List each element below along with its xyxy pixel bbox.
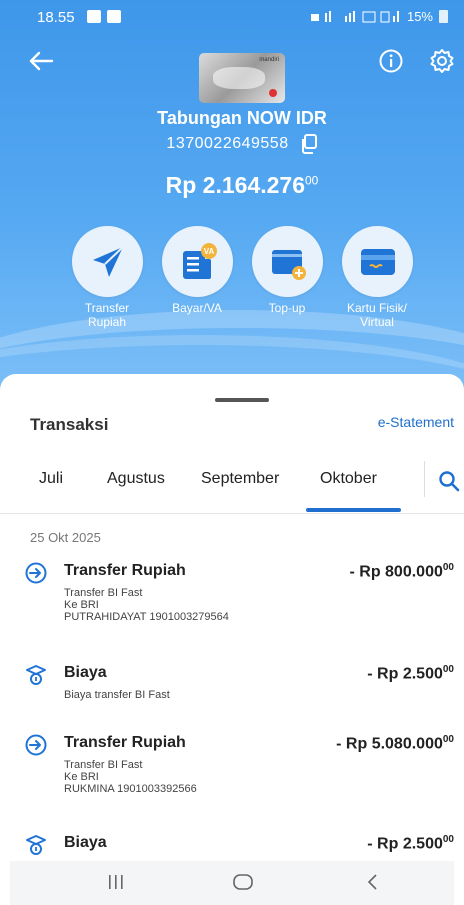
amount-value: - Rp 2.500: [367, 665, 443, 683]
action-label: Top-up: [241, 301, 333, 315]
active-tab-indicator: [306, 508, 401, 512]
recent-apps-icon[interactable]: [106, 873, 126, 891]
home-icon[interactable]: [232, 873, 254, 891]
wallet-topup-icon: [271, 250, 306, 280]
account-number-row: 1370022649558: [0, 134, 464, 154]
transaction-title: Biaya: [64, 834, 107, 851]
info-icon[interactable]: [378, 48, 404, 74]
transaction-details: Transfer BI Fast Ke BRI PUTRAHIDAYAT 190…: [64, 587, 229, 623]
transaction-details: Transfer BI Fast Ke BRI RUKMINA 19010033…: [64, 759, 197, 795]
detail-line: Transfer BI Fast: [64, 587, 143, 599]
gear-icon[interactable]: [429, 48, 455, 74]
transaction-amount: - Rp 800.00000: [349, 562, 454, 581]
account-name: Tabungan NOW IDR: [157, 108, 327, 128]
amount-cents: 00: [442, 734, 454, 745]
amount-value: - Rp 2.500: [367, 835, 443, 853]
search-icon[interactable]: [438, 470, 460, 492]
drag-handle[interactable]: [215, 398, 269, 402]
debit-card-image: mandiri: [199, 53, 285, 103]
tab-agustus[interactable]: Agustus: [107, 470, 165, 488]
action-label: Bayar/VA: [151, 301, 243, 315]
status-indicators: 15%: [310, 9, 448, 24]
amount-cents: 00: [442, 664, 454, 675]
kartu-fisik-virtual-button[interactable]: Kartu Fisik/ Virtual: [331, 226, 423, 329]
account-header: 18.55 15% mandiri Tabungan NOW IDR 13700…: [0, 0, 464, 400]
action-label-line: Top-up: [268, 301, 306, 315]
fee-icon: [26, 665, 46, 685]
back-arrow-icon[interactable]: [28, 50, 54, 72]
section-title: Transaksi: [30, 415, 109, 434]
action-label-line: Bayar/VA: [172, 301, 222, 315]
e-statement-link[interactable]: e-Statement: [378, 414, 454, 430]
balance-cents: 00: [305, 173, 319, 188]
balance-amount: Rp 2.164.276: [165, 172, 305, 198]
detail-line: Ke BRI: [64, 771, 99, 783]
card-icon: [360, 249, 395, 275]
system-navigation-bar: [10, 861, 454, 905]
action-label-line: Rupiah: [87, 315, 127, 329]
action-circle: VA: [161, 226, 233, 297]
amount-cents: 00: [442, 562, 454, 573]
detail-line: Biaya transfer BI Fast: [64, 689, 170, 701]
transaction-details: Biaya transfer BI Fast: [64, 689, 170, 701]
transfer-icon: [25, 734, 47, 756]
top-up-button[interactable]: Top-up: [241, 226, 333, 315]
detail-line: RUKMINA 1901003392566: [64, 783, 197, 795]
account-number: 1370022649558: [166, 135, 289, 153]
transaction-title: Transfer Rupiah: [64, 734, 186, 751]
action-circle: [341, 226, 413, 297]
action-label-line: Virtual: [360, 315, 394, 329]
status-notification-icons: [87, 10, 121, 23]
action-label-line: Transfer: [84, 301, 130, 315]
transfer-rupiah-button[interactable]: Transfer Rupiah: [61, 226, 153, 329]
status-bar: 18.55 15%: [0, 0, 464, 36]
tab-oktober[interactable]: Oktober: [320, 470, 377, 488]
transaction-title: Biaya: [64, 664, 107, 681]
copy-icon[interactable]: [300, 134, 318, 154]
card-brand: mandiri: [259, 57, 279, 63]
battery-percentage: 15%: [406, 9, 433, 24]
gallery-notification-icon: [87, 10, 101, 23]
tab-september[interactable]: September: [201, 470, 279, 488]
amount-value: - Rp 800.000: [349, 563, 443, 581]
tab-divider: [424, 461, 425, 497]
detail-line: Ke BRI: [64, 599, 99, 611]
signal-icon: [310, 10, 399, 22]
amount-value: - Rp 5.080.000: [336, 735, 443, 753]
action-label: Transfer Rupiah: [61, 301, 153, 329]
quick-actions: Transfer Rupiah VA Bayar/VA Top-up Kartu…: [0, 226, 464, 346]
card-network-logo: [269, 89, 277, 97]
fee-icon: [26, 835, 46, 855]
month-tabs: Juli Agustus September Oktober: [0, 461, 464, 514]
date-header: 25 Okt 2025: [30, 530, 101, 545]
check-notification-icon: [107, 10, 121, 23]
action-circle: [71, 226, 143, 297]
detail-line: Transfer BI Fast: [64, 759, 143, 771]
bill-va-icon: VA: [182, 243, 217, 279]
send-icon: [92, 246, 124, 277]
account-balance: Rp 2.164.27600: [0, 172, 464, 199]
action-circle: [251, 226, 323, 297]
va-badge: VA: [203, 247, 214, 256]
transaction-amount: - Rp 5.080.00000: [336, 734, 454, 753]
status-time: 18.55: [37, 9, 75, 26]
action-label-line: Kartu Fisik/: [346, 301, 407, 315]
amount-cents: 00: [442, 834, 454, 845]
transactions-sheet: Transaksi e-Statement Juli Agustus Septe…: [0, 374, 464, 905]
card-pattern: [213, 67, 265, 89]
transfer-icon: [25, 562, 47, 584]
detail-line: PUTRAHIDAYAT 1901003279564: [64, 611, 229, 623]
transaction-amount: - Rp 2.50000: [367, 664, 454, 683]
back-nav-icon[interactable]: [366, 873, 380, 891]
transaction-title: Transfer Rupiah: [64, 562, 186, 579]
tab-juli[interactable]: Juli: [39, 470, 63, 488]
action-label: Kartu Fisik/ Virtual: [331, 301, 423, 329]
transaction-amount: - Rp 2.50000: [367, 834, 454, 853]
bayar-va-button[interactable]: VA Bayar/VA: [151, 226, 243, 315]
battery-icon: [439, 10, 448, 23]
